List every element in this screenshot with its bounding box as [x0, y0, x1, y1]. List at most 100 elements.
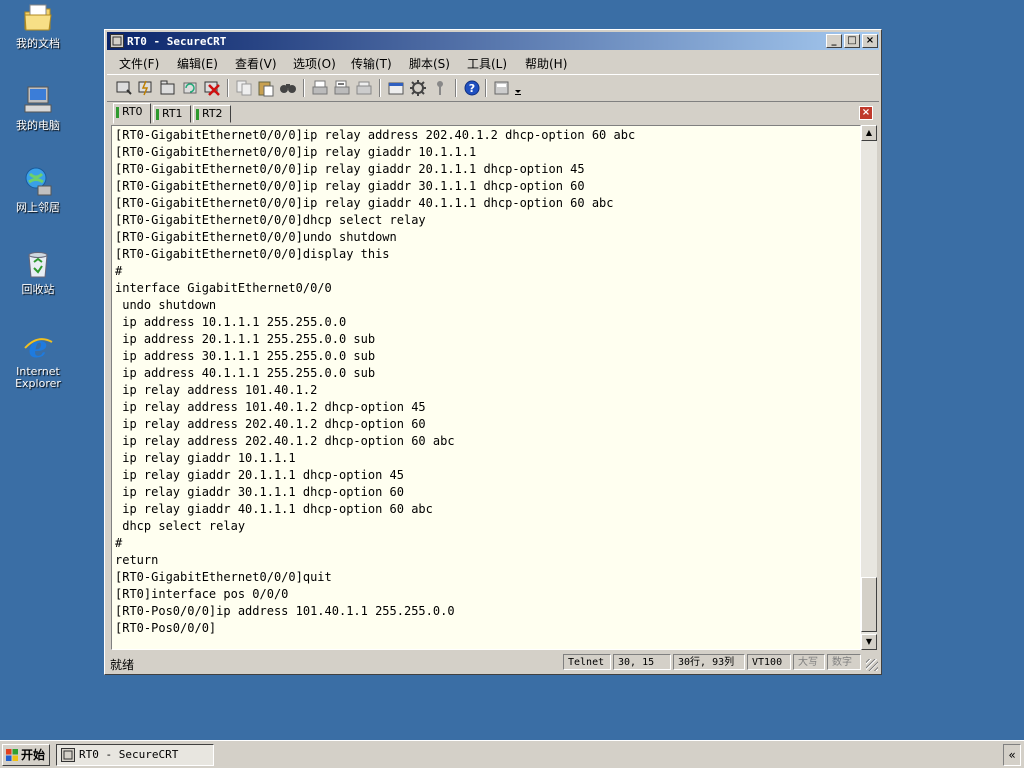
terminal-line: [RT0-GigabitEthernet0/0/0]display this: [115, 247, 390, 261]
terminal-line: return: [115, 553, 159, 567]
svg-text:?: ?: [469, 82, 475, 95]
quick-connect-icon[interactable]: [137, 79, 155, 97]
toolbar-separator: [379, 79, 381, 97]
terminal-line: dhcp select relay: [115, 519, 246, 533]
toolbar-separator: [227, 79, 229, 97]
terminal-line: ip address 10.1.1.1 255.255.0.0: [115, 315, 347, 329]
find-icon[interactable]: [279, 79, 297, 97]
tab-status-indicator: [196, 109, 199, 120]
terminal-line: [RT0-GigabitEthernet0/0/0]ip relay giadd…: [115, 145, 477, 159]
keymap-icon[interactable]: [431, 79, 449, 97]
toolbar-separator: [455, 79, 457, 97]
tray-expand-button[interactable]: «: [1003, 744, 1021, 766]
reconnect-icon[interactable]: [181, 79, 199, 97]
connect-in-tab-icon[interactable]: [159, 79, 177, 97]
scroll-thumb[interactable]: [861, 577, 877, 632]
desktop-icon-internet-explorer[interactable]: e Internet Explorer: [0, 330, 76, 390]
maximize-button[interactable]: □: [844, 34, 860, 48]
terminal-line: ip relay giaddr 20.1.1.1 dhcp-option 45: [115, 468, 404, 482]
tab-rt1[interactable]: RT1: [153, 105, 191, 123]
disconnect-icon[interactable]: [203, 79, 221, 97]
terminal-line: [RT0-Pos0/0/0]ip address 101.40.1.1 255.…: [115, 604, 455, 618]
tab-rt0[interactable]: RT0: [113, 103, 151, 124]
terminal-line: [RT0-GigabitEthernet0/0/0]quit: [115, 570, 332, 584]
desktop-icon-label: 我的文档: [16, 37, 60, 50]
print-icon[interactable]: [311, 79, 329, 97]
terminal-line: [RT0-GigabitEthernet0/0/0]undo shutdown: [115, 230, 397, 244]
toolbar-separator: [303, 79, 305, 97]
start-button[interactable]: 开始: [2, 744, 50, 766]
session-options-icon[interactable]: [387, 79, 405, 97]
tab-rt2[interactable]: RT2: [193, 105, 231, 123]
menu-view[interactable]: 查看(V): [235, 55, 277, 72]
status-cursor: 30, 15: [613, 654, 671, 670]
terminal-output: [RT0-GigabitEthernet0/0/0]ip relay addre…: [115, 127, 635, 637]
connect-icon[interactable]: [115, 79, 133, 97]
menu-tools[interactable]: 工具(L): [467, 55, 507, 72]
terminal-line: [RT0]interface pos 0/0/0: [115, 587, 289, 601]
paste-icon[interactable]: [257, 79, 275, 97]
terminal-line: ip address 30.1.1.1 255.255.0.0 sub: [115, 349, 376, 363]
desktop-icon-label: 我的电脑: [16, 119, 60, 132]
desktop-icon-my-computer[interactable]: 我的电脑: [0, 84, 76, 132]
vertical-scrollbar[interactable]: ▲ ▼: [861, 125, 877, 650]
tab-status-indicator: [116, 107, 119, 118]
window-title: RT0 - SecureCRT: [127, 35, 227, 48]
windows-flag-icon: [6, 749, 18, 761]
menu-help[interactable]: 帮助(H): [525, 55, 567, 72]
desktop-icon-network-places[interactable]: 网上邻居: [0, 166, 76, 214]
taskbar-securecrt-button[interactable]: RT0 - SecureCRT: [56, 744, 214, 766]
network-places-icon: [25, 167, 52, 196]
menu-transfer[interactable]: 传输(T): [351, 55, 392, 72]
securecrt-window: RT0 - SecureCRT _ □ × 文件(F) 编辑(E) 查看(V) …: [104, 29, 882, 675]
terminal-view[interactable]: [RT0-GigabitEthernet0/0/0]ip relay addre…: [111, 125, 861, 650]
toolbar: ?: [107, 74, 879, 102]
terminal-line: [RT0-GigabitEthernet0/0/0]ip relay giadd…: [115, 196, 614, 210]
desktop-icon-label: 回收站: [21, 283, 55, 296]
status-caps: 大写: [793, 654, 825, 670]
terminal-line: ip relay address 202.40.1.2 dhcp-option …: [115, 417, 426, 431]
terminal-line: [RT0-GigabitEthernet0/0/0]ip relay giadd…: [115, 179, 585, 193]
terminal-line: ip address 40.1.1.1 255.255.0.0 sub: [115, 366, 376, 380]
my-computer-icon: [24, 86, 52, 113]
title-bar[interactable]: RT0 - SecureCRT _ □ ×: [107, 32, 879, 50]
toolbar-separator: [485, 79, 487, 97]
printer-icon[interactable]: [355, 79, 373, 97]
taskbar: 开始 RT0 - SecureCRT «: [0, 740, 1024, 768]
menu-options[interactable]: 选项(O): [293, 55, 336, 72]
copy-icon[interactable]: [235, 79, 253, 97]
resize-grip[interactable]: [866, 659, 878, 671]
global-options-icon[interactable]: [409, 79, 427, 97]
desktop-icon-recycle-bin[interactable]: 回收站: [0, 248, 76, 296]
close-button[interactable]: ×: [862, 34, 878, 48]
terminal-line: [RT0-GigabitEthernet0/0/0]ip relay giadd…: [115, 162, 585, 176]
sftp-icon[interactable]: [493, 79, 511, 97]
recycle-bin-icon: [28, 252, 48, 278]
terminal-line: #: [115, 536, 123, 550]
scroll-down-button[interactable]: ▼: [861, 634, 877, 650]
securecrt-app-icon: [61, 748, 75, 762]
svg-text:e: e: [28, 330, 47, 362]
terminal-line: ip relay address 101.40.1.2 dhcp-option …: [115, 400, 426, 414]
terminal-line: [RT0-Pos0/0/0]: [115, 621, 217, 635]
start-label: 开始: [21, 748, 46, 762]
terminal-line: undo shutdown: [115, 298, 217, 312]
session-tab-bar: RT0 RT1 RT2 ×: [107, 102, 879, 124]
close-tab-button[interactable]: ×: [859, 106, 873, 120]
toolbar-overflow-icon[interactable]: [513, 79, 523, 97]
minimize-button[interactable]: _: [826, 34, 842, 48]
terminal-line: ip relay giaddr 30.1.1.1 dhcp-option 60: [115, 485, 404, 499]
print-selection-icon[interactable]: [333, 79, 351, 97]
desktop-icon-label-line2: Explorer: [15, 377, 61, 390]
menu-edit[interactable]: 编辑(E): [177, 55, 218, 72]
terminal-line: ip relay address 202.40.1.2 dhcp-option …: [115, 434, 455, 448]
terminal-line: #: [115, 264, 123, 278]
menu-script[interactable]: 脚本(S): [409, 55, 450, 72]
tab-label: RT1: [162, 107, 183, 120]
tab-label: RT0: [122, 105, 143, 118]
terminal-line: [RT0-GigabitEthernet0/0/0]ip relay addre…: [115, 128, 636, 142]
menu-file[interactable]: 文件(F): [119, 55, 159, 72]
scroll-up-button[interactable]: ▲: [861, 125, 877, 141]
desktop-icon-my-documents[interactable]: 我的文档: [0, 2, 76, 50]
help-icon[interactable]: ?: [463, 79, 481, 97]
